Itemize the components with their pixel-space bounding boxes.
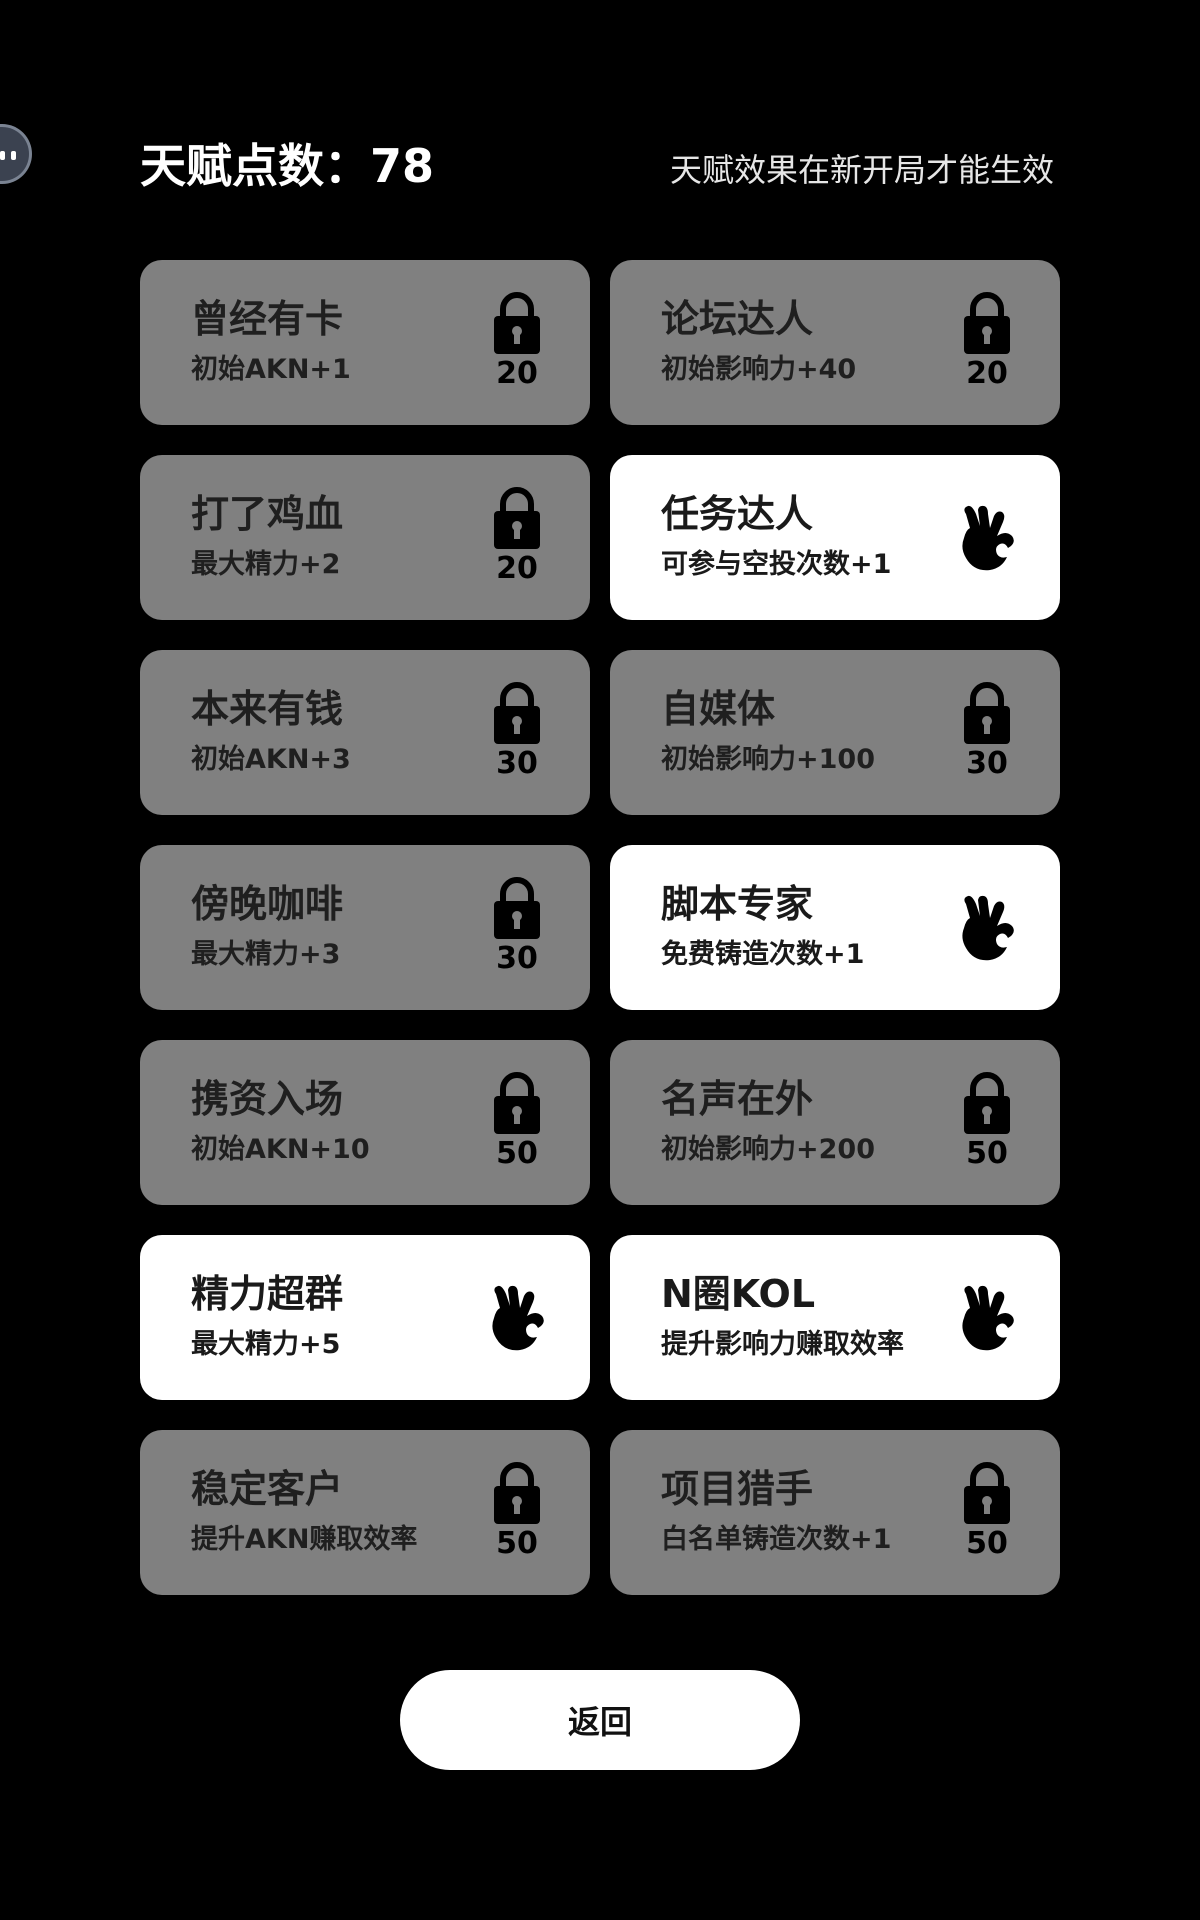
talent-cost-group: 20: [490, 290, 544, 394]
lock-icon: [964, 292, 1010, 354]
talent-name: 打了鸡血: [191, 492, 344, 536]
lock-icon: [494, 1462, 540, 1524]
talent-cost-group: 50: [960, 1460, 1014, 1564]
talent-header: 天赋点数：78 天赋效果在新开局才能生效: [140, 132, 1054, 202]
talent-card[interactable]: 携资入场 初始AKN+10 50: [140, 1040, 590, 1205]
talent-desc: 最大精力+2: [191, 549, 341, 580]
talent-desc: 最大精力+5: [191, 1329, 341, 1360]
talent-card[interactable]: 本来有钱 初始AKN+3 30: [140, 650, 590, 815]
talent-desc: 初始AKN+3: [191, 744, 351, 775]
talent-card[interactable]: 项目猎手 白名单铸造次数+1 50: [610, 1430, 1060, 1595]
talent-desc: 可参与空投次数+1: [661, 549, 892, 580]
talent-card[interactable]: 曾经有卡 初始AKN+1 20: [140, 260, 590, 425]
assistant-eye-left: [0, 151, 5, 160]
talent-cost-group: 30: [490, 680, 544, 784]
talent-name: 本来有钱: [191, 687, 344, 731]
talent-cost-group: 30: [490, 875, 544, 979]
talent-cost-group: 30: [960, 680, 1014, 784]
talent-card[interactable]: 名声在外 初始影响力+200 50: [610, 1040, 1060, 1205]
talent-card[interactable]: N圈KOL 提升影响力赚取效率: [610, 1235, 1060, 1400]
talent-grid: 曾经有卡 初始AKN+1 20 论坛达人 初始影响力+40 20 打了鸡血 最大…: [140, 260, 1060, 1595]
talent-card[interactable]: 自媒体 初始影响力+100 30: [610, 650, 1060, 815]
talent-cost-group: 50: [490, 1070, 544, 1174]
talent-cost-group: 20: [960, 290, 1014, 394]
talent-card[interactable]: 脚本专家 免费铸造次数+1: [610, 845, 1060, 1010]
talent-desc: 初始AKN+10: [191, 1134, 370, 1165]
talent-cost: 50: [496, 1526, 538, 1561]
talent-name: N圈KOL: [661, 1272, 816, 1316]
floating-assistant-icon[interactable]: [0, 124, 32, 184]
talent-cost: 30: [496, 941, 538, 976]
talent-cost: 20: [496, 356, 538, 391]
talent-card[interactable]: 傍晚咖啡 最大精力+3 30: [140, 845, 590, 1010]
talent-name: 项目猎手: [661, 1467, 814, 1511]
talent-name: 傍晚咖啡: [191, 882, 344, 926]
talent-cost-group: 50: [490, 1460, 544, 1564]
talent-desc: 初始AKN+1: [191, 354, 351, 385]
talent-card[interactable]: 任务达人 可参与空投次数+1: [610, 455, 1060, 620]
talent-name: 曾经有卡: [191, 297, 344, 341]
talent-desc: 初始影响力+100: [661, 744, 875, 775]
talent-cost-group: 50: [960, 1070, 1014, 1174]
lock-icon: [964, 1072, 1010, 1134]
talent-desc: 初始影响力+200: [661, 1134, 875, 1165]
talent-desc: 初始影响力+40: [661, 354, 857, 385]
talent-card[interactable]: 稳定客户 提升AKN赚取效率 50: [140, 1430, 590, 1595]
talent-card[interactable]: 精力超群 最大精力+5: [140, 1235, 590, 1400]
talent-cost: 50: [966, 1136, 1008, 1171]
talent-desc: 提升影响力赚取效率: [661, 1329, 904, 1360]
talent-card[interactable]: 打了鸡血 最大精力+2 20: [140, 455, 590, 620]
talent-name: 脚本专家: [661, 882, 814, 926]
talent-desc: 白名单铸造次数+1: [661, 1524, 892, 1555]
talent-card[interactable]: 论坛达人 初始影响力+40 20: [610, 260, 1060, 425]
talent-name: 自媒体: [661, 687, 776, 731]
talent-cost-group: 20: [490, 485, 544, 589]
talent-name: 名声在外: [661, 1077, 814, 1121]
talent-desc: 最大精力+3: [191, 939, 341, 970]
talent-cost: 30: [496, 746, 538, 781]
talent-name: 任务达人: [661, 492, 814, 536]
back-button[interactable]: 返回: [400, 1670, 800, 1770]
talent-points-label: 天赋点数：78: [140, 139, 435, 193]
talent-notice: 天赋效果在新开局才能生效: [669, 151, 1054, 189]
talent-name: 论坛达人: [661, 297, 814, 341]
ok-hand-icon: [962, 895, 1014, 961]
ok-hand-icon: [492, 1285, 544, 1351]
talent-name: 精力超群: [191, 1272, 344, 1316]
ok-hand-icon: [962, 505, 1014, 571]
ok-hand-icon: [962, 1285, 1014, 1351]
lock-icon: [964, 682, 1010, 744]
talent-name: 稳定客户: [191, 1467, 344, 1511]
talent-cost: 50: [966, 1526, 1008, 1561]
talent-desc: 免费铸造次数+1: [661, 939, 865, 970]
lock-icon: [494, 877, 540, 939]
talent-desc: 提升AKN赚取效率: [191, 1524, 418, 1555]
lock-icon: [494, 682, 540, 744]
talent-cost: 50: [496, 1136, 538, 1171]
lock-icon: [494, 292, 540, 354]
talent-name: 携资入场: [191, 1077, 344, 1121]
lock-icon: [494, 487, 540, 549]
lock-icon: [964, 1462, 1010, 1524]
assistant-eye-right: [11, 151, 16, 160]
talent-cost: 20: [966, 356, 1008, 391]
talent-cost: 30: [966, 746, 1008, 781]
lock-icon: [494, 1072, 540, 1134]
talent-cost: 20: [496, 551, 538, 586]
